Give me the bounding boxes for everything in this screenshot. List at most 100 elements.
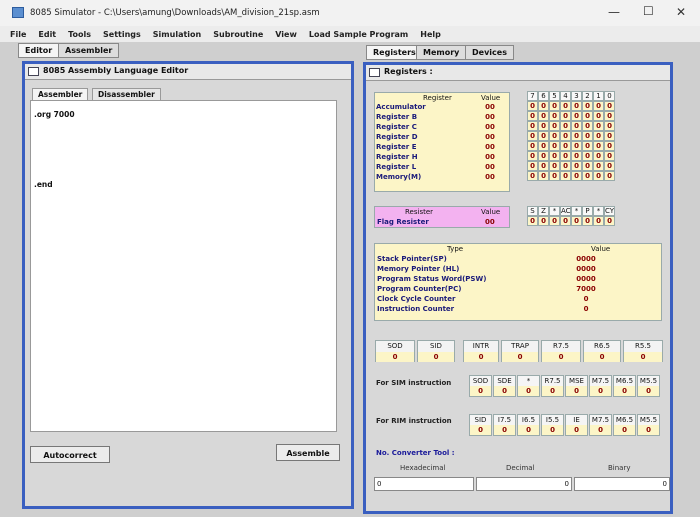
register-value[interactable]: 00 [475, 162, 505, 172]
register-value[interactable]: 00 [475, 152, 505, 162]
tab-assembler[interactable]: Assembler [58, 43, 120, 58]
flag-register-value[interactable]: 00 [485, 217, 495, 227]
bit-cell[interactable]: 0 [560, 111, 571, 121]
bit-cell[interactable]: 0 [549, 101, 560, 111]
bit-cell[interactable]: 0 [582, 121, 593, 131]
special-register-value[interactable]: 0 [571, 304, 601, 314]
flag-bit[interactable]: 0 [527, 216, 538, 226]
flag-bit[interactable]: 0 [560, 216, 571, 226]
bit-cell[interactable]: 0 [582, 101, 593, 111]
bit-cell[interactable]: 0 [560, 151, 571, 161]
special-register-value[interactable]: 0000 [571, 254, 601, 264]
flag-bit[interactable]: 0 [593, 216, 604, 226]
special-register-value[interactable]: 7000 [571, 284, 601, 294]
bit-cell[interactable]: 0 [527, 121, 538, 131]
bit-cell[interactable]: 0 [593, 131, 604, 141]
bit-cell[interactable]: 0 [538, 141, 549, 151]
trap-value[interactable]: 0 [502, 352, 538, 362]
r75-value[interactable]: 0 [542, 352, 580, 362]
maximize-icon[interactable]: ☐ [643, 4, 654, 18]
bit-cell[interactable]: 0 [593, 171, 604, 181]
bit-cell[interactable]: 0 [560, 141, 571, 151]
bit-cell[interactable]: 0 [527, 161, 538, 171]
bit-cell[interactable]: 0 [538, 151, 549, 161]
rim-bit-value[interactable]: 0 [590, 425, 611, 435]
sim-bit-value[interactable]: 0 [470, 386, 491, 396]
bit-cell[interactable]: 0 [604, 161, 615, 171]
assemble-button[interactable]: Assemble [276, 444, 340, 461]
rim-bit-value[interactable]: 0 [518, 425, 539, 435]
bit-cell[interactable]: 0 [527, 111, 538, 121]
bit-cell[interactable]: 0 [604, 121, 615, 131]
flag-bit[interactable]: 0 [604, 216, 615, 226]
bit-cell[interactable]: 0 [582, 111, 593, 121]
bit-cell[interactable]: 0 [604, 141, 615, 151]
bit-cell[interactable]: 0 [604, 111, 615, 121]
bit-cell[interactable]: 0 [549, 111, 560, 121]
sid-value[interactable]: 0 [418, 352, 454, 362]
menu-subroutine[interactable]: Subroutine [213, 30, 263, 39]
bit-cell[interactable]: 0 [593, 101, 604, 111]
bit-cell[interactable]: 0 [538, 171, 549, 181]
bit-cell[interactable]: 0 [593, 121, 604, 131]
sim-bit-value[interactable]: 0 [614, 386, 635, 396]
bit-cell[interactable]: 0 [549, 141, 560, 151]
sim-bit-value[interactable]: 0 [494, 386, 515, 396]
tab-devices[interactable]: Devices [465, 45, 514, 60]
flag-bit[interactable]: 0 [549, 216, 560, 226]
tab-editor[interactable]: Editor [18, 43, 60, 58]
tab-memory[interactable]: Memory [416, 45, 467, 60]
bit-cell[interactable]: 0 [582, 161, 593, 171]
register-value[interactable]: 00 [475, 122, 505, 132]
register-value[interactable]: 00 [475, 142, 505, 152]
sim-bit-value[interactable]: 0 [542, 386, 563, 396]
intr-value[interactable]: 0 [464, 352, 498, 362]
sim-bit-value[interactable]: 0 [566, 386, 587, 396]
menu-load-sample[interactable]: Load Sample Program [309, 30, 408, 39]
bit-cell[interactable]: 0 [571, 161, 582, 171]
bit-cell[interactable]: 0 [538, 161, 549, 171]
register-value[interactable]: 00 [475, 172, 505, 182]
menu-settings[interactable]: Settings [103, 30, 141, 39]
register-value[interactable]: 00 [475, 112, 505, 122]
bit-cell[interactable]: 0 [560, 171, 571, 181]
rim-bit-value[interactable]: 0 [470, 425, 491, 435]
register-value[interactable]: 00 [475, 102, 505, 112]
code-editor[interactable]: .org 7000 .end [30, 100, 337, 432]
bit-cell[interactable]: 0 [571, 171, 582, 181]
bit-cell[interactable]: 0 [593, 111, 604, 121]
bit-cell[interactable]: 0 [527, 171, 538, 181]
minimize-icon[interactable]: — [608, 5, 620, 19]
bit-cell[interactable]: 0 [593, 161, 604, 171]
bit-cell[interactable]: 0 [604, 131, 615, 141]
bit-cell[interactable]: 0 [560, 121, 571, 131]
bit-cell[interactable]: 0 [571, 141, 582, 151]
r55-value[interactable]: 0 [624, 352, 662, 362]
bit-cell[interactable]: 0 [549, 151, 560, 161]
bit-cell[interactable]: 0 [582, 141, 593, 151]
register-value[interactable]: 00 [475, 132, 505, 142]
rim-bit-value[interactable]: 0 [494, 425, 515, 435]
bit-cell[interactable]: 0 [549, 161, 560, 171]
menu-edit[interactable]: Edit [38, 30, 56, 39]
special-register-value[interactable]: 0000 [571, 264, 601, 274]
bit-cell[interactable]: 0 [604, 101, 615, 111]
bit-cell[interactable]: 0 [571, 131, 582, 141]
sim-bit-value[interactable]: 0 [638, 386, 659, 396]
bit-cell[interactable]: 0 [549, 131, 560, 141]
rim-bit-value[interactable]: 0 [638, 425, 659, 435]
bit-cell[interactable]: 0 [593, 141, 604, 151]
hex-input[interactable]: 0 [374, 477, 474, 491]
bit-cell[interactable]: 0 [538, 111, 549, 121]
bit-cell[interactable]: 0 [538, 131, 549, 141]
bit-cell[interactable]: 0 [593, 151, 604, 161]
bit-cell[interactable]: 0 [571, 151, 582, 161]
special-register-value[interactable]: 0 [571, 294, 601, 304]
menu-view[interactable]: View [275, 30, 297, 39]
bit-cell[interactable]: 0 [527, 101, 538, 111]
bit-cell[interactable]: 0 [571, 111, 582, 121]
bit-cell[interactable]: 0 [538, 101, 549, 111]
flag-bit[interactable]: 0 [582, 216, 593, 226]
r65-value[interactable]: 0 [584, 352, 620, 362]
rim-bit-value[interactable]: 0 [614, 425, 635, 435]
